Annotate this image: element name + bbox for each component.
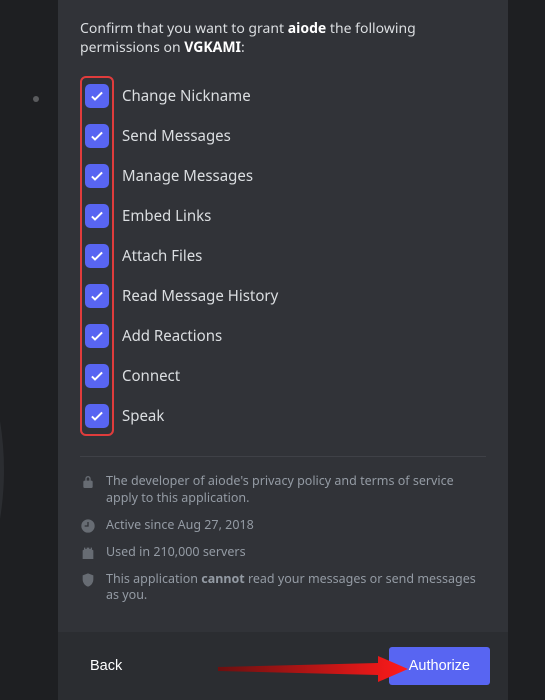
- permission-label: Read Message History: [122, 286, 278, 306]
- check-icon: [89, 288, 105, 304]
- permission-row: Embed Links: [85, 204, 109, 228]
- info-row-servers: Used in 210,000 servers: [80, 544, 486, 561]
- check-icon: [89, 128, 105, 144]
- check-icon: [89, 248, 105, 264]
- permission-label: Send Messages: [122, 126, 231, 146]
- authorize-modal: Confirm that you want to grant aiode the…: [58, 0, 508, 700]
- permission-row: Speak: [85, 404, 109, 428]
- check-icon: [89, 408, 105, 424]
- back-button[interactable]: Back: [76, 648, 136, 684]
- permission-checkbox[interactable]: [85, 124, 109, 148]
- permission-checkbox[interactable]: [85, 244, 109, 268]
- permission-row: Manage Messages: [85, 164, 109, 188]
- permission-label: Add Reactions: [122, 326, 222, 346]
- permission-label: Attach Files: [122, 246, 202, 266]
- permission-checkbox[interactable]: [85, 364, 109, 388]
- info-row-privacy: The developer of aiode's privacy policy …: [80, 473, 486, 507]
- check-icon: [89, 208, 105, 224]
- annotation-arrow: [218, 656, 408, 682]
- info-row-security: This application cannot read your messag…: [80, 571, 486, 605]
- confirm-text: Confirm that you want to grant aiode the…: [80, 20, 486, 58]
- permission-highlight-box: Change Nickname Send Messages Manage Mes…: [80, 76, 114, 436]
- permission-checkbox[interactable]: [85, 404, 109, 428]
- castle-icon: [80, 545, 96, 561]
- permission-row: Add Reactions: [85, 324, 109, 348]
- permission-label: Connect: [122, 366, 180, 386]
- permission-checkbox[interactable]: [85, 324, 109, 348]
- shield-icon: [80, 572, 96, 588]
- server-name: VGKAMI: [184, 38, 241, 57]
- divider: [80, 456, 486, 457]
- permission-row: Read Message History: [85, 284, 109, 308]
- security-cannot: cannot: [201, 570, 244, 587]
- check-icon: [89, 168, 105, 184]
- permission-label: Change Nickname: [122, 86, 251, 106]
- permission-row: Connect: [85, 364, 109, 388]
- confirm-suffix: :: [241, 38, 245, 57]
- permission-checkbox[interactable]: [85, 84, 109, 108]
- info-text: The developer of aiode's privacy policy …: [106, 473, 486, 507]
- clock-icon: [80, 518, 96, 534]
- info-text: Used in 210,000 servers: [106, 544, 246, 561]
- permission-row: Change Nickname: [85, 84, 109, 108]
- permission-row: Attach Files: [85, 244, 109, 268]
- permission-checkbox[interactable]: [85, 284, 109, 308]
- security-prefix: This application: [106, 570, 201, 587]
- lock-icon: [80, 474, 96, 490]
- modal-footer: Back Authorize: [58, 632, 508, 700]
- info-text: This application cannot read your messag…: [106, 571, 486, 605]
- permission-row: Send Messages: [85, 124, 109, 148]
- modal-body: Confirm that you want to grant aiode the…: [58, 0, 508, 632]
- permission-label: Speak: [122, 406, 164, 426]
- check-icon: [89, 88, 105, 104]
- server-list-dot: [33, 96, 39, 102]
- permission-checkbox[interactable]: [85, 164, 109, 188]
- permission-label: Manage Messages: [122, 166, 253, 186]
- info-text: Active since Aug 27, 2018: [106, 517, 254, 534]
- confirm-prefix: Confirm that you want to grant: [80, 19, 288, 38]
- check-icon: [89, 368, 105, 384]
- authorize-button[interactable]: Authorize: [389, 647, 490, 685]
- permission-checkbox[interactable]: [85, 204, 109, 228]
- app-name: aiode: [288, 19, 327, 38]
- info-row-active: Active since Aug 27, 2018: [80, 517, 486, 534]
- check-icon: [89, 328, 105, 344]
- permission-list: Change Nickname Send Messages Manage Mes…: [80, 76, 486, 436]
- permission-label: Embed Links: [122, 206, 211, 226]
